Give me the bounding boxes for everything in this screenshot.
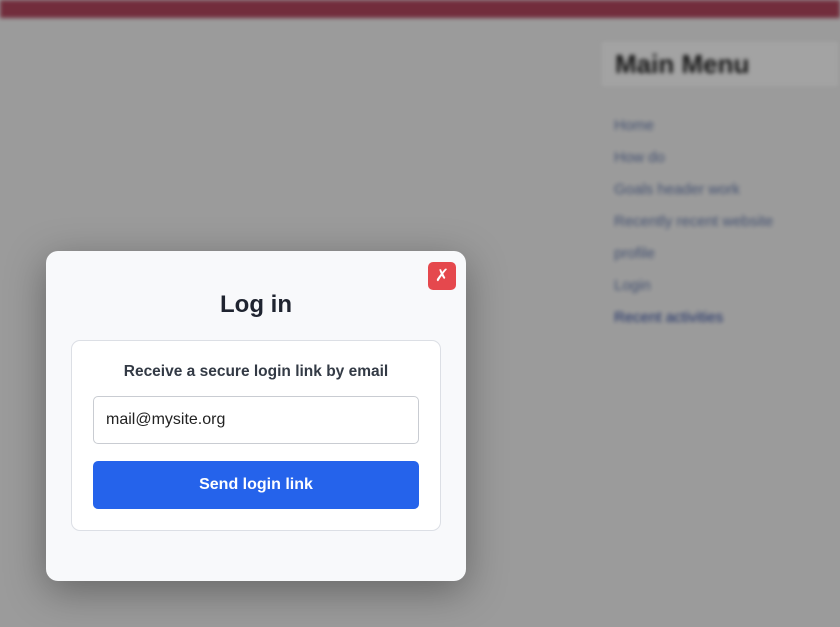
close-button[interactable]: ✗ [428,262,456,290]
login-instruction-label: Receive a secure login link by email [123,363,389,380]
login-card: Receive a secure login link by email Sen… [71,340,441,531]
login-modal: ✗ Log in Receive a secure login link by … [46,251,466,581]
close-icon: ✗ [434,266,450,285]
modal-title: Log in [220,291,292,318]
email-input[interactable] [93,396,419,444]
send-login-link-button[interactable]: Send login link [93,461,419,509]
